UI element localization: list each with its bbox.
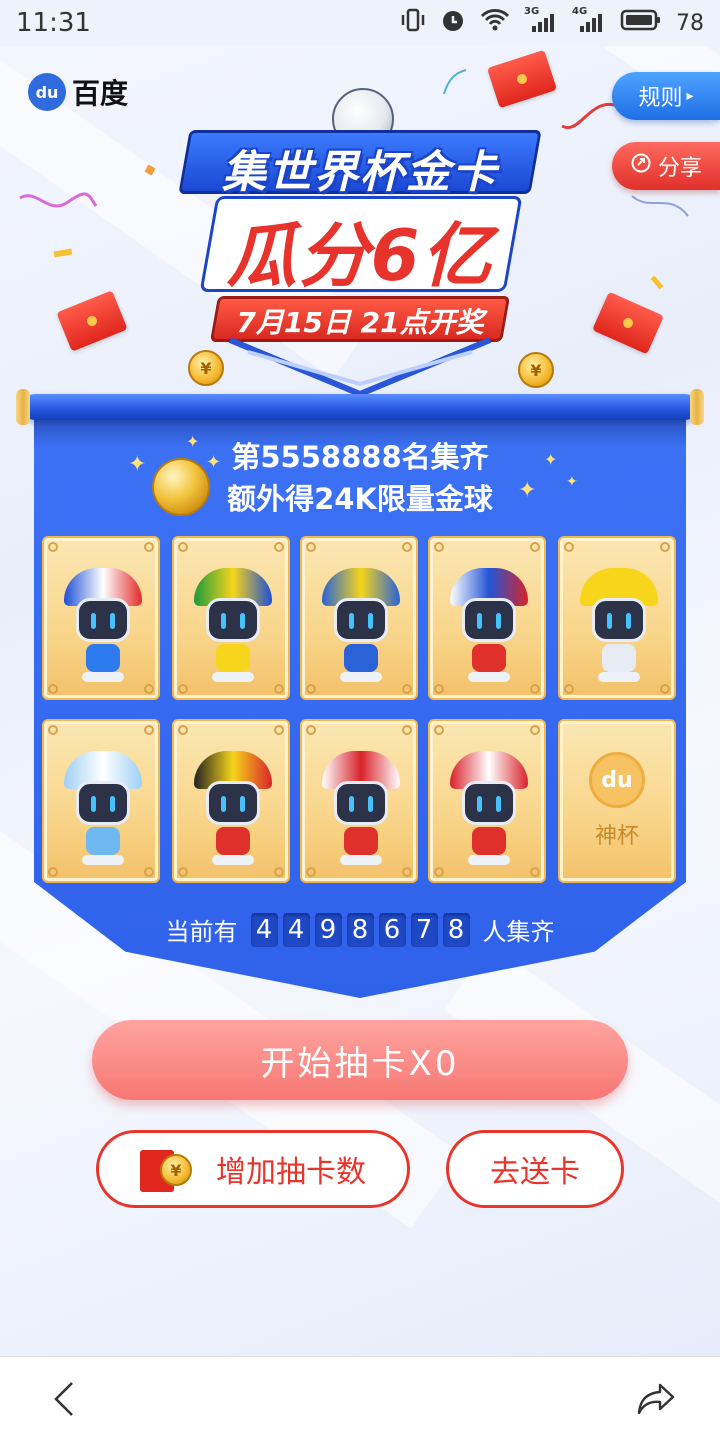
red-envelope-coin-icon: ¥ bbox=[140, 1146, 192, 1192]
title-line1: 集世界杯金卡 bbox=[222, 147, 498, 198]
gold-coin-icon: ¥ bbox=[518, 352, 554, 388]
card-england[interactable] bbox=[300, 719, 418, 883]
card-croatia[interactable] bbox=[428, 719, 546, 883]
signal-3g-icon: 3G bbox=[524, 6, 558, 36]
wifi-icon bbox=[480, 8, 510, 38]
send-card-button[interactable]: 去送卡 bbox=[446, 1130, 624, 1208]
bottom-nav bbox=[0, 1356, 720, 1440]
title-badge: 集世界杯金卡 瓜分6亿 7月15日 21点开奖 ¥ ¥ bbox=[168, 124, 554, 398]
share-label: 分享 bbox=[657, 156, 702, 181]
counter-digit: 6 bbox=[378, 912, 406, 947]
status-icons: 3G 4G 78 bbox=[400, 6, 704, 39]
robot-mascot-icon bbox=[322, 568, 400, 688]
god-card-label: 神杯 bbox=[594, 824, 639, 849]
counter-digit: 4 bbox=[250, 912, 278, 947]
title-line2: 瓜分6亿 bbox=[226, 215, 494, 297]
panel-headline: 第5558888名集齐 额外得24K限量金球 bbox=[120, 436, 600, 520]
card-belgium[interactable] bbox=[172, 719, 290, 883]
alarm-icon bbox=[440, 7, 466, 39]
add-draws-label: 增加抽卡数 bbox=[216, 1155, 366, 1190]
headline-line1: 第5558888名集齐 bbox=[231, 440, 489, 474]
robot-mascot-icon bbox=[580, 568, 658, 688]
gold-coin-icon: ¥ bbox=[188, 350, 224, 386]
headline-line2: 额外得24K限量金球 bbox=[227, 482, 493, 516]
counter-digit: 4 bbox=[282, 912, 310, 947]
counter-digit: 9 bbox=[314, 912, 342, 947]
robot-mascot-icon bbox=[322, 751, 400, 871]
signal-4g-icon: 4G bbox=[572, 6, 606, 36]
share-arrow-icon bbox=[637, 1383, 675, 1414]
card-golden-boot[interactable] bbox=[558, 536, 676, 700]
robot-mascot-icon bbox=[194, 751, 272, 871]
baidu-paw-icon: du bbox=[28, 73, 66, 111]
confetti-ribbon bbox=[19, 192, 98, 208]
share-icon bbox=[630, 152, 652, 180]
back-button[interactable] bbox=[44, 1379, 84, 1419]
counter-suffix: 人集齐 bbox=[482, 918, 555, 946]
status-bar: 11:31 3G 4G 78 bbox=[0, 0, 720, 46]
vibrate-icon bbox=[400, 8, 426, 38]
net-label-1: 3G bbox=[524, 6, 540, 17]
chevron-decoration bbox=[228, 338, 492, 398]
card-brazil[interactable] bbox=[172, 536, 290, 700]
status-time: 11:31 bbox=[16, 8, 91, 38]
card-sweden[interactable] bbox=[300, 536, 418, 700]
rules-label: 规则 bbox=[638, 86, 683, 111]
robot-mascot-icon bbox=[64, 751, 142, 871]
robot-mascot-icon bbox=[194, 568, 272, 688]
add-draws-button[interactable]: ¥ 增加抽卡数 bbox=[96, 1130, 410, 1208]
counter-digit: 8 bbox=[346, 912, 374, 947]
chevron-left-icon bbox=[54, 1381, 73, 1416]
counter-digit: 8 bbox=[442, 912, 470, 947]
battery-level: 78 bbox=[676, 10, 704, 36]
net-label-2: 4G bbox=[572, 6, 588, 17]
confetti-ribbon bbox=[443, 69, 467, 95]
red-envelope-decoration bbox=[56, 290, 128, 352]
draw-date: 7月15日 21点开奖 bbox=[236, 306, 484, 339]
card-argentina[interactable] bbox=[42, 719, 160, 883]
battery-icon bbox=[620, 8, 662, 38]
red-envelope-decoration bbox=[592, 291, 664, 355]
forward-share-button[interactable] bbox=[636, 1379, 676, 1419]
chevron-right-icon: ▸ bbox=[686, 88, 694, 104]
share-button[interactable]: 分享 bbox=[612, 142, 720, 190]
collector-counter: 当前有 4 4 9 8 6 7 8 人集齐 bbox=[100, 912, 620, 947]
card-russia[interactable] bbox=[428, 536, 546, 700]
scroll-rod bbox=[22, 394, 698, 420]
robot-mascot-icon bbox=[450, 751, 528, 871]
card-shenbei[interactable]: du 神杯 bbox=[558, 719, 676, 883]
rules-button[interactable]: 规则 ▸ bbox=[612, 72, 720, 120]
robot-mascot-icon bbox=[450, 568, 528, 688]
campaign-page: du 百度 规则 ▸ 分享 集世界杯金卡 瓜分6亿 7月15日 21点开奖 ¥ … bbox=[0, 46, 720, 1356]
baidu-paw-icon: du bbox=[589, 752, 645, 808]
counter-prefix: 当前有 bbox=[165, 918, 238, 946]
counter-digit: 7 bbox=[410, 912, 438, 947]
start-draw-button[interactable]: 开始抽卡X0 bbox=[92, 1020, 628, 1100]
brand-name: 百度 bbox=[72, 77, 129, 110]
baidu-logo[interactable]: du 百度 bbox=[28, 72, 128, 112]
confetti-ribbon bbox=[561, 102, 619, 130]
card-france[interactable] bbox=[42, 536, 160, 700]
confetti-ribbon bbox=[631, 195, 689, 217]
robot-mascot-icon bbox=[64, 568, 142, 688]
red-envelope-decoration bbox=[486, 49, 558, 109]
